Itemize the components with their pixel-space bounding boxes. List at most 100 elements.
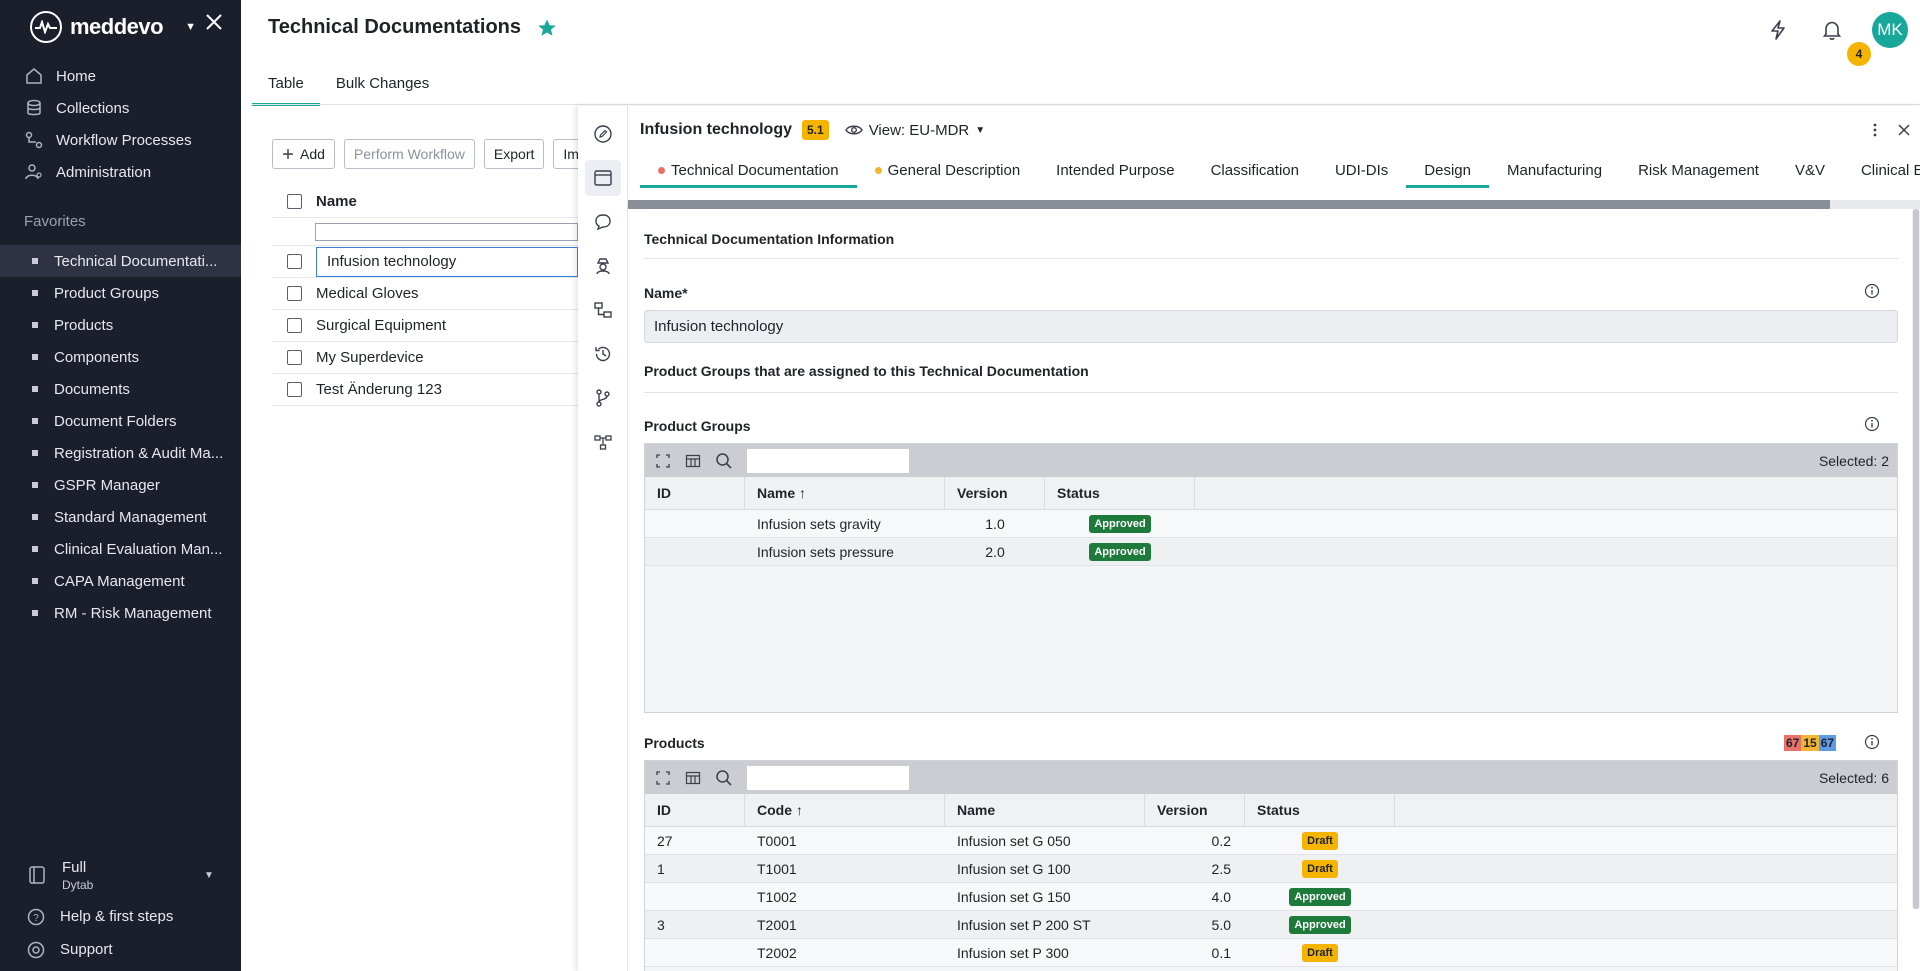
column-header-name[interactable]: Name ↑: [745, 477, 945, 509]
column-header-status[interactable]: Status: [1245, 794, 1395, 826]
grid-row[interactable]: 27 T0001 Infusion set G 050 0.2 Draft: [645, 827, 1897, 855]
perform-workflow-button[interactable]: Perform Workflow: [343, 139, 475, 169]
support-link[interactable]: Support: [0, 933, 241, 966]
grid-search-input[interactable]: [747, 448, 909, 473]
tab-general-description[interactable]: General Description: [857, 154, 1039, 186]
column-header-name[interactable]: Name: [945, 794, 1145, 826]
table-row[interactable]: My Superdevice: [272, 342, 578, 374]
more-vertical-icon[interactable]: [1872, 122, 1878, 138]
column-header-status[interactable]: Status: [1045, 477, 1195, 509]
grid-row[interactable]: T1002 Infusion set G 150 4.0 Approved: [645, 883, 1897, 911]
lightning-icon[interactable]: [1764, 16, 1792, 44]
help-link[interactable]: ? Help & first steps: [0, 900, 241, 933]
favorite-item[interactable]: Document Folders: [0, 405, 241, 437]
expand-icon[interactable]: [655, 770, 671, 786]
scrollbar-thumb[interactable]: [1913, 209, 1919, 909]
row-name[interactable]: Medical Gloves: [316, 285, 419, 302]
row-name[interactable]: Test Änderung 123: [316, 381, 442, 398]
close-sidebar-icon[interactable]: [202, 10, 226, 34]
favorite-item[interactable]: CAPA Management: [0, 565, 241, 597]
column-header-name[interactable]: Name: [316, 193, 357, 210]
favorite-item[interactable]: GSPR Manager: [0, 469, 241, 501]
grid-row[interactable]: Infusion sets pressure 2.0 Approved: [645, 538, 1897, 566]
row-checkbox[interactable]: [286, 350, 302, 365]
info-icon[interactable]: [1864, 734, 1880, 750]
tab-udi-dis[interactable]: UDI-DIs: [1317, 154, 1406, 186]
form-view-icon[interactable]: [585, 160, 621, 196]
favorite-item[interactable]: Documents: [0, 373, 241, 405]
column-header-version[interactable]: Version: [945, 477, 1045, 509]
tab-table[interactable]: Table: [252, 68, 320, 106]
row-name[interactable]: Surgical Equipment: [316, 317, 446, 334]
detective-icon[interactable]: [585, 248, 621, 284]
tab-risk-management[interactable]: Risk Management: [1620, 154, 1777, 186]
hierarchy-icon[interactable]: [585, 292, 621, 328]
row-name[interactable]: My Superdevice: [316, 349, 424, 366]
logo[interactable]: meddevo ▼: [30, 10, 196, 44]
workspace-selector[interactable]: Full Dytab ▼: [0, 850, 241, 900]
table-columns-icon[interactable]: [685, 453, 701, 469]
table-columns-icon[interactable]: [685, 770, 701, 786]
tab-intended-purpose[interactable]: Intended Purpose: [1038, 154, 1192, 186]
tab-technical-documentation[interactable]: Technical Documentation: [640, 154, 857, 188]
grid-row[interactable]: 3 T2001 Infusion set P 200 ST 5.0 Approv…: [645, 911, 1897, 939]
table-row[interactable]: Surgical Equipment: [272, 310, 578, 342]
favorite-item[interactable]: Technical Documentati...: [0, 245, 241, 277]
table-row[interactable]: Test Änderung 123: [272, 374, 578, 406]
close-panel-icon[interactable]: [1898, 124, 1910, 136]
name-filter-input[interactable]: [314, 222, 578, 241]
export-button[interactable]: Export: [483, 139, 545, 169]
grid-row[interactable]: 1 T1001 Infusion set G 100 2.5 Draft: [645, 855, 1897, 883]
tab-design[interactable]: Design: [1406, 154, 1489, 188]
favorite-item[interactable]: Standard Management: [0, 501, 241, 533]
branch-icon[interactable]: [585, 380, 621, 416]
column-header-version[interactable]: Version: [1145, 794, 1245, 826]
grid-row[interactable]: Infusion sets gravity 1.0 Approved: [645, 510, 1897, 538]
add-button[interactable]: Add: [272, 139, 335, 169]
tab-bulk-changes[interactable]: Bulk Changes: [320, 68, 445, 106]
select-all-checkbox[interactable]: [286, 194, 302, 209]
info-icon[interactable]: [1864, 283, 1880, 299]
table-row[interactable]: Infusion technology: [272, 246, 578, 278]
column-header-id[interactable]: ID: [645, 794, 745, 826]
network-icon[interactable]: [585, 424, 621, 460]
tab-vv[interactable]: V&V: [1777, 154, 1843, 186]
avatar[interactable]: MK: [1872, 12, 1908, 48]
search-icon[interactable]: [715, 452, 733, 470]
tab-manufacturing[interactable]: Manufacturing: [1489, 154, 1620, 186]
history-icon[interactable]: [585, 336, 621, 372]
view-selector[interactable]: View: EU-MDR ▼: [844, 122, 985, 139]
table-row[interactable]: Medical Gloves: [272, 278, 578, 310]
chevron-down-icon[interactable]: ▼: [185, 21, 196, 33]
favorite-item[interactable]: Products: [0, 309, 241, 341]
tab-clinical-evaluation[interactable]: Clinical Evaluation: [1843, 154, 1920, 186]
star-icon[interactable]: [537, 18, 557, 38]
expand-icon[interactable]: [655, 453, 671, 469]
favorite-item[interactable]: Product Groups: [0, 277, 241, 309]
favorite-item[interactable]: Registration & Audit Ma...: [0, 437, 241, 469]
grid-row[interactable]: T2002 Infusion set P 300 0.1 Draft: [645, 939, 1897, 967]
search-icon[interactable]: [715, 769, 733, 787]
edit-icon[interactable]: [585, 116, 621, 152]
nav-item-home[interactable]: Home: [0, 60, 241, 92]
bell-icon[interactable]: [1818, 16, 1846, 44]
name-field[interactable]: Infusion technology: [644, 310, 1898, 343]
favorite-item[interactable]: Clinical Evaluation Man...: [0, 533, 241, 565]
column-header-id[interactable]: ID: [645, 477, 745, 509]
grid-search-input[interactable]: [747, 765, 909, 790]
favorite-item[interactable]: RM - Risk Management: [0, 597, 241, 629]
tab-classification[interactable]: Classification: [1193, 154, 1317, 186]
row-checkbox[interactable]: [286, 286, 302, 301]
tabs-scrollbar[interactable]: [628, 200, 1920, 209]
column-header-code[interactable]: Code ↑: [745, 794, 945, 826]
row-checkbox[interactable]: [286, 254, 302, 269]
row-checkbox[interactable]: [286, 318, 302, 333]
info-icon[interactable]: [1864, 416, 1880, 432]
row-checkbox[interactable]: [286, 382, 302, 397]
panel-scrollbar[interactable]: [1912, 209, 1920, 909]
nav-item-workflow-processes[interactable]: Workflow Processes: [0, 124, 241, 156]
comment-icon[interactable]: [585, 204, 621, 240]
scrollbar-thumb[interactable]: [628, 200, 1830, 209]
chevron-down-icon[interactable]: ▼: [204, 870, 214, 881]
nav-item-collections[interactable]: Collections: [0, 92, 241, 124]
